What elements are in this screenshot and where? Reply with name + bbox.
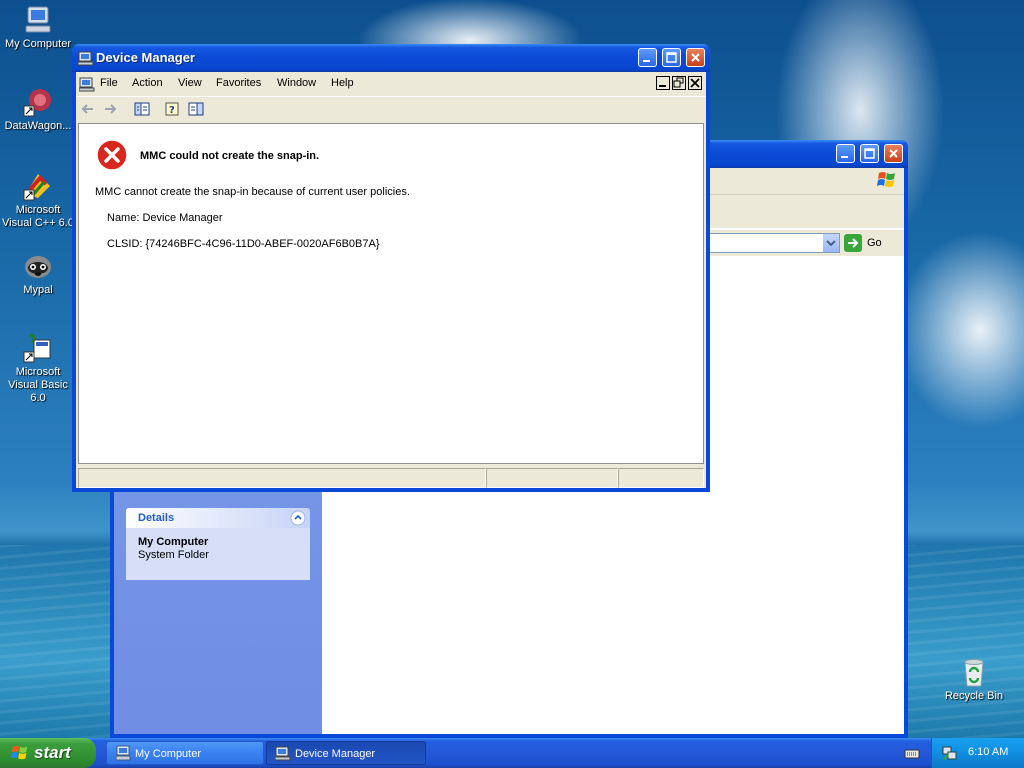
desktop-icon-label: Mypal — [23, 284, 53, 296]
error-message: MMC cannot create the snap-in because of… — [95, 186, 410, 198]
device-manager-icon — [275, 746, 291, 761]
taskbar-button-label: My Computer — [135, 748, 202, 760]
system-tray: 6:10 AM — [931, 738, 1024, 768]
help-icon[interactable]: ? — [165, 101, 181, 117]
desktop-icon-label: Microsoft Visual C++ 6.0 — [2, 204, 74, 229]
device-manager-client: File Action View Favorites Window Help ? — [76, 72, 706, 488]
datawagon-icon — [23, 89, 51, 117]
show-hide-tree-icon[interactable] — [134, 101, 150, 117]
status-bar — [76, 466, 706, 488]
address-dropdown-button[interactable] — [823, 234, 839, 252]
menu-window[interactable]: Window — [277, 77, 316, 89]
back-arrow-icon[interactable] — [80, 101, 96, 117]
go-button[interactable]: Go — [844, 233, 892, 253]
maximize-icon — [666, 52, 677, 63]
close-icon — [691, 53, 700, 62]
error-name-line: Name: Device Manager — [107, 212, 223, 224]
desktop-icon-mypal[interactable]: Mypal — [0, 250, 76, 297]
desktop-icon-datawagon[interactable]: DataWagon... — [0, 86, 76, 133]
collapse-chevron-icon — [290, 510, 306, 526]
go-arrow-icon — [844, 234, 862, 252]
desktop-icon-label: My Computer — [4, 38, 72, 50]
desktop-icon-my-computer[interactable]: My Computer — [0, 4, 76, 51]
forward-arrow-icon[interactable] — [102, 101, 118, 117]
start-button[interactable]: start — [0, 738, 96, 768]
child-close-button[interactable] — [688, 76, 702, 90]
maximize-icon — [864, 148, 875, 159]
details-body: My Computer System Folder — [126, 528, 310, 580]
details-title: Details — [138, 512, 175, 524]
raccoon-icon — [25, 256, 51, 278]
go-label: Go — [867, 237, 882, 249]
close-button[interactable] — [686, 48, 705, 67]
desktop-icon-label: Microsoft Visual Basic 6.0 — [8, 366, 68, 404]
windows-logo-icon — [11, 745, 28, 760]
visual-cpp-icon — [23, 174, 50, 201]
close-icon — [690, 78, 700, 88]
svg-text:?: ? — [169, 105, 175, 116]
status-cell-main — [78, 468, 486, 488]
taskbar-button-device-manager[interactable]: Device Manager — [266, 741, 426, 765]
menubar: File Action View Favorites Window Help — [76, 72, 706, 96]
toolbar: ? — [76, 96, 706, 121]
maximize-button[interactable] — [860, 144, 879, 163]
window-title: Device Manager — [96, 50, 195, 65]
computer-icon — [25, 6, 51, 33]
computer-icon — [115, 745, 131, 761]
error-clsid-line: CLSID: {74246BFC-4C96-11D0-ABEF-0020AF6B… — [107, 238, 380, 250]
error-content-pane: MMC could not create the snap-in. MMC ca… — [78, 123, 704, 464]
error-icon — [96, 139, 128, 171]
error-heading: MMC could not create the snap-in. — [140, 150, 320, 162]
details-item-name: My Computer — [138, 536, 209, 548]
menu-action[interactable]: Action — [132, 77, 163, 89]
minimize-icon — [659, 85, 666, 87]
taskbar: start My Computer Device Manager 6:10 AM — [0, 738, 1024, 768]
desktop-icon-label: DataWagon... — [4, 120, 72, 132]
chevron-down-icon — [826, 240, 836, 247]
maximize-button[interactable] — [662, 48, 681, 67]
desktop-icon-visual-basic[interactable]: Microsoft Visual Basic 6.0 — [0, 332, 76, 405]
child-window-icon[interactable] — [79, 76, 95, 92]
minimize-icon — [643, 60, 650, 62]
start-label: start — [34, 743, 71, 762]
minimize-icon — [841, 156, 848, 158]
device-manager-icon — [78, 51, 94, 66]
close-icon — [889, 149, 898, 158]
menu-file[interactable]: File — [100, 77, 118, 89]
device-manager-titlebar[interactable]: Device Manager — [72, 44, 710, 72]
details-item-type: System Folder — [138, 549, 209, 561]
taskbar-button-my-computer[interactable]: My Computer — [106, 741, 264, 765]
desktop-icon-label: Recycle Bin — [944, 690, 1004, 702]
details-header[interactable]: Details — [126, 508, 310, 528]
taskbar-button-label: Device Manager — [295, 748, 376, 760]
restore-icon — [673, 77, 684, 88]
minimize-button[interactable] — [638, 48, 657, 67]
child-minimize-button[interactable] — [656, 76, 670, 90]
status-cell-3 — [618, 468, 704, 488]
device-manager-window[interactable]: Device Manager File Action View Favorite… — [72, 44, 710, 492]
menu-view[interactable]: View — [178, 77, 202, 89]
visual-basic-icon — [23, 334, 51, 363]
close-button[interactable] — [884, 144, 903, 163]
child-restore-button[interactable] — [672, 76, 686, 90]
desktop-icon-recycle-bin[interactable]: Recycle Bin — [936, 656, 1012, 703]
menu-favorites[interactable]: Favorites — [216, 77, 261, 89]
recycle-bin-icon — [964, 659, 984, 687]
minimize-button[interactable] — [836, 144, 855, 163]
desktop-icon-visual-cpp[interactable]: Microsoft Visual C++ 6.0 — [0, 170, 76, 230]
network-icon[interactable] — [942, 745, 958, 761]
status-cell-2 — [486, 468, 618, 488]
show-hide-action-pane-icon[interactable] — [188, 101, 204, 117]
menu-help[interactable]: Help — [331, 77, 354, 89]
keyboard-icon[interactable] — [904, 745, 920, 761]
clock[interactable]: 6:10 AM — [968, 746, 1008, 758]
windows-logo-icon — [877, 172, 895, 187]
